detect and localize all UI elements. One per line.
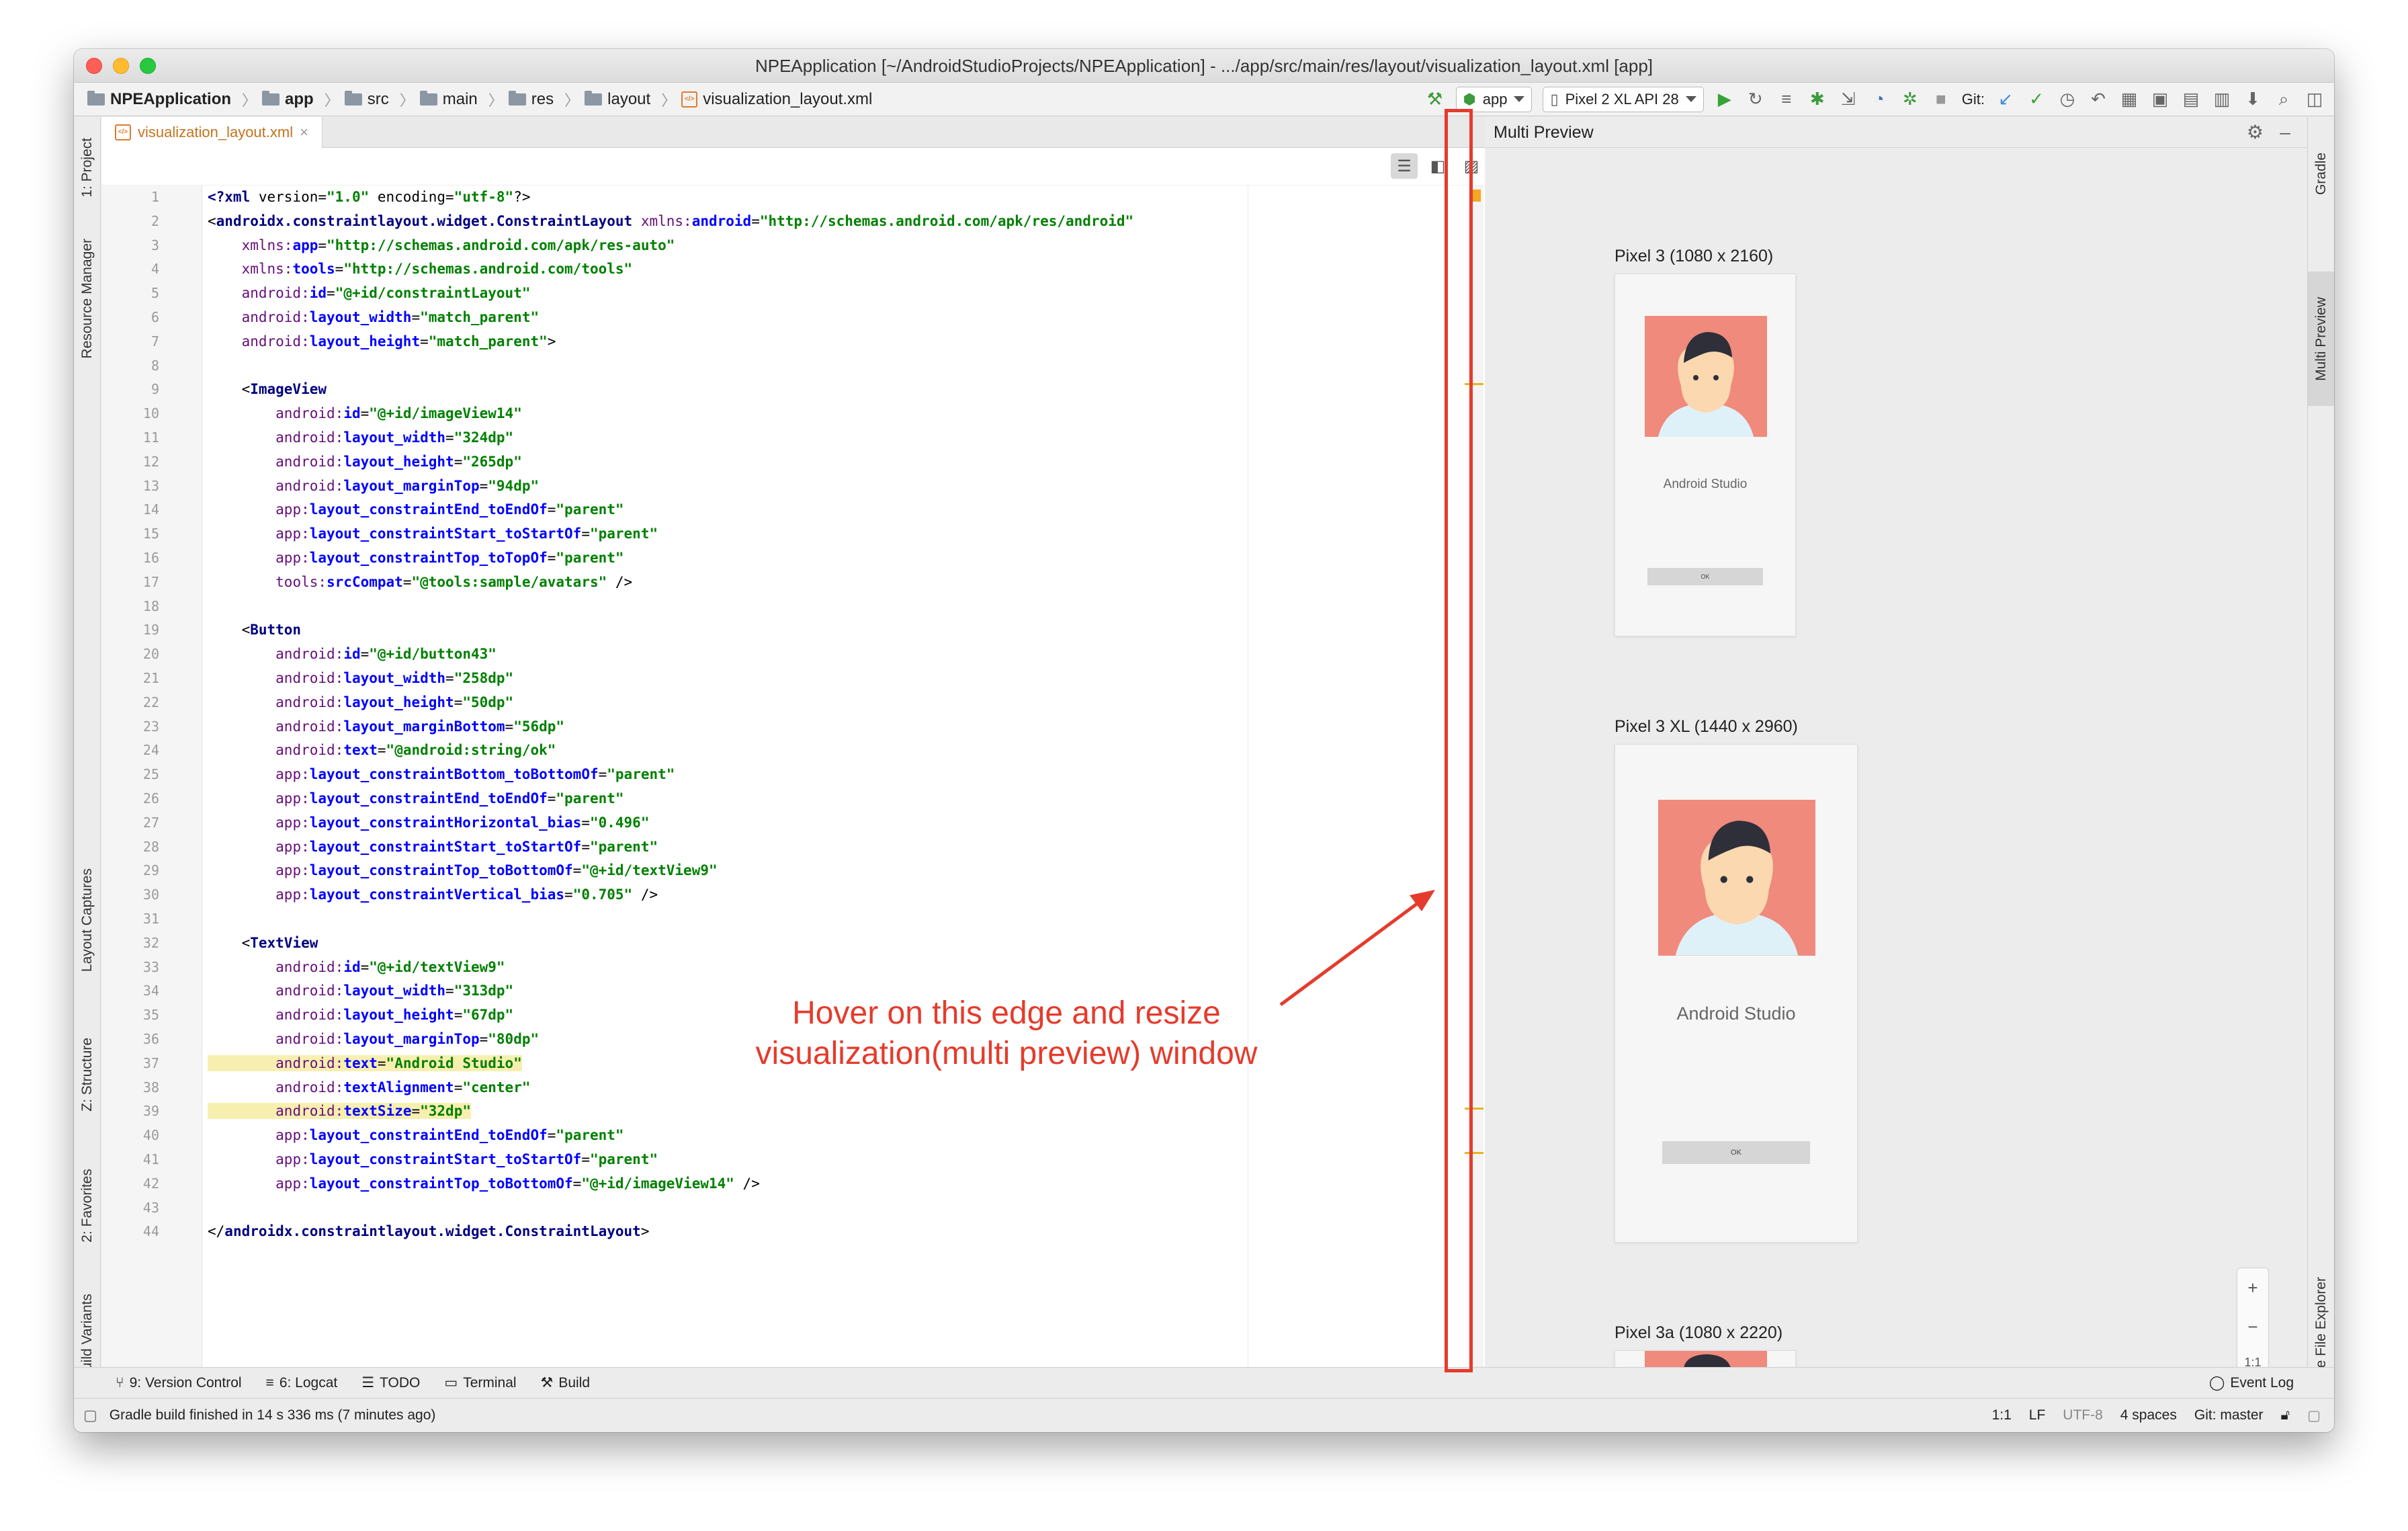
annotation-text: Hover on this edge and resize visualizat…: [755, 995, 1258, 1071]
annotation-arrow: [1279, 890, 1435, 1007]
